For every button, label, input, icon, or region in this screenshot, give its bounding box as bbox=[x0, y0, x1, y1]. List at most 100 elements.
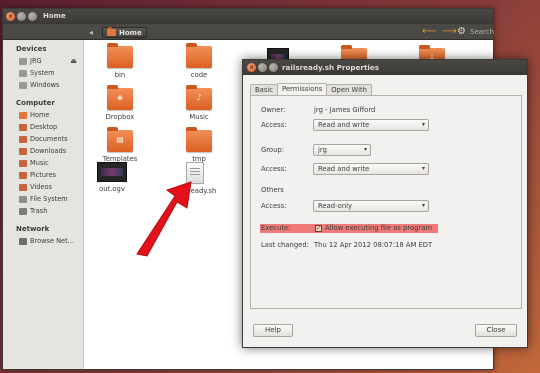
sidebar-item-videos[interactable]: Videos bbox=[3, 181, 83, 193]
owner-value: jrg - James Gifford bbox=[314, 106, 376, 114]
permissions-panel: Owner: jrg - James Gifford Access: Read … bbox=[250, 95, 522, 309]
sidebar-item-label: Documents bbox=[30, 135, 68, 143]
dialog-titlebar: × railsready.sh Properties bbox=[243, 60, 527, 75]
folder-tile[interactable]: tmp bbox=[173, 127, 225, 163]
file-name-label: Music bbox=[189, 113, 209, 121]
sidebar-item-trash[interactable]: Trash bbox=[3, 205, 83, 217]
network-icon bbox=[19, 237, 27, 245]
sidebar-item-documents[interactable]: Documents bbox=[3, 133, 83, 145]
tab-permissions[interactable]: Permissions bbox=[277, 83, 328, 95]
folder-tile[interactable]: ▤ Templates bbox=[94, 127, 146, 163]
dropdown-arrow-icon: ▾ bbox=[363, 146, 367, 153]
sidebar-item-browse-net[interactable]: Browse Net... bbox=[3, 235, 83, 247]
drive-icon bbox=[19, 81, 27, 89]
breadcrumb-home[interactable]: Home bbox=[102, 27, 147, 38]
file-name-label: code bbox=[190, 71, 208, 79]
folder-icon: ▤ bbox=[107, 127, 133, 152]
sidebar-item-label: Home bbox=[30, 111, 50, 119]
close-icon[interactable]: × bbox=[6, 12, 15, 21]
last-changed-value: Thu 12 Apr 2012 08:07:18 AM EDT bbox=[314, 241, 433, 249]
sidebar-item-home[interactable]: Home bbox=[3, 109, 83, 121]
breadcrumb-left-icon[interactable]: ◂ bbox=[89, 28, 93, 37]
sidebar-item-label: File System bbox=[30, 195, 68, 203]
minimize-icon[interactable] bbox=[258, 63, 267, 72]
forward-arrow-icon[interactable]: ⟶ bbox=[442, 27, 456, 37]
owner-access-label: Access: bbox=[261, 121, 287, 129]
folder-tile[interactable]: code bbox=[173, 43, 225, 79]
group-label: Group: bbox=[261, 146, 284, 154]
group-select[interactable]: jrg ▾ bbox=[313, 144, 371, 156]
folder-tile[interactable]: bin bbox=[94, 43, 146, 79]
others-label: Others bbox=[261, 186, 284, 194]
close-icon[interactable]: × bbox=[247, 63, 256, 72]
file-name-label: bin bbox=[114, 71, 126, 79]
desktop-icon bbox=[19, 123, 27, 131]
others-access-value: Read-only bbox=[318, 202, 353, 210]
video-thumbnail-icon bbox=[97, 162, 127, 182]
owner-access-value: Read and write bbox=[318, 121, 370, 129]
sidebar-item-music[interactable]: Music bbox=[3, 157, 83, 169]
folder-icon bbox=[186, 43, 212, 68]
sidebar-item-downloads[interactable]: Downloads bbox=[3, 145, 83, 157]
filesystem-icon bbox=[19, 195, 27, 203]
sidebar-heading: Network bbox=[16, 225, 50, 233]
execute-checkbox[interactable]: ✓ bbox=[315, 225, 322, 232]
sidebar-item-file-system[interactable]: File System bbox=[3, 193, 83, 205]
sidebar-item-jrg[interactable]: JRG ⏏ bbox=[3, 55, 83, 67]
eject-icon[interactable]: ⏏ bbox=[70, 57, 77, 65]
sidebar-item-pictures[interactable]: Pictures bbox=[3, 169, 83, 181]
sidebar-item-desktop[interactable]: Desktop bbox=[3, 121, 83, 133]
sidebar-item-label: Pictures bbox=[30, 171, 57, 179]
owner-label: Owner: bbox=[261, 106, 286, 114]
toolbar: ◂ Home ⟵ ⟶ ⚙ Search bbox=[3, 24, 494, 40]
tab-basic[interactable]: Basic bbox=[250, 84, 278, 95]
folder-icon bbox=[186, 127, 212, 152]
folder-tile[interactable]: ◈ Dropbox bbox=[94, 85, 146, 121]
folder-emblem-icon: ▤ bbox=[116, 135, 124, 144]
dropdown-arrow-icon: ▾ bbox=[421, 165, 425, 172]
minimize-icon[interactable] bbox=[17, 12, 26, 21]
red-arrow-annotation bbox=[136, 181, 192, 257]
documents-icon bbox=[19, 135, 27, 143]
others-access-select[interactable]: Read-only ▾ bbox=[313, 200, 429, 212]
back-arrow-icon[interactable]: ⟵ bbox=[422, 27, 436, 37]
sidebar-item-label: Videos bbox=[30, 183, 52, 191]
sidebar-item-label: Desktop bbox=[30, 123, 58, 131]
sidebar-item-label: Music bbox=[30, 159, 49, 167]
sidebar-section: Devices JRG ⏏ System Windows bbox=[3, 40, 83, 94]
sidebar: Devices JRG ⏏ System Windows Computer Home Desk… bbox=[3, 40, 84, 369]
execute-label: Execute: bbox=[261, 224, 291, 232]
tab-open-with[interactable]: Open With bbox=[326, 84, 372, 95]
group-access-select[interactable]: Read and write ▾ bbox=[313, 163, 429, 175]
trash-icon bbox=[19, 207, 27, 215]
file-name-label: out.ogv bbox=[99, 185, 125, 193]
group-access-label: Access: bbox=[261, 165, 287, 173]
gear-icon[interactable]: ⚙ bbox=[457, 26, 466, 37]
sidebar-item-label: JRG bbox=[30, 57, 42, 65]
owner-access-select[interactable]: Read and write ▾ bbox=[313, 119, 429, 131]
sidebar-section: Computer Home Desktop Documents Downloads Mus… bbox=[3, 94, 83, 220]
folder-tile[interactable]: ♪ Music bbox=[173, 85, 225, 121]
last-changed-label: Last changed: bbox=[261, 241, 309, 249]
search-button[interactable]: Search bbox=[470, 28, 494, 36]
drive-icon bbox=[19, 57, 27, 65]
properties-dialog: × railsready.sh Properties Basic Permiss… bbox=[242, 59, 528, 348]
maximize-icon[interactable] bbox=[28, 12, 37, 21]
others-access-label: Access: bbox=[261, 202, 287, 210]
close-button[interactable]: Close bbox=[475, 324, 517, 337]
group-value: jrg bbox=[318, 146, 327, 154]
file-manager-titlebar: × Home bbox=[3, 9, 493, 24]
sidebar-item-label: System bbox=[30, 69, 55, 77]
file-tile[interactable]: out.ogv bbox=[86, 162, 138, 193]
folder-icon: ♪ bbox=[186, 85, 212, 110]
execute-checkbox-label[interactable]: Allow executing file as program bbox=[325, 224, 432, 232]
help-button[interactable]: Help bbox=[253, 324, 293, 337]
videos-icon bbox=[19, 183, 27, 191]
sidebar-item-windows[interactable]: Windows bbox=[3, 79, 83, 91]
maximize-icon[interactable] bbox=[269, 63, 278, 72]
folder-icon: ◈ bbox=[107, 85, 133, 110]
sidebar-item-system[interactable]: System bbox=[3, 67, 83, 79]
breadcrumb-label: Home bbox=[119, 28, 142, 37]
dropdown-arrow-icon: ▾ bbox=[421, 121, 425, 128]
home-folder-icon bbox=[19, 111, 27, 119]
